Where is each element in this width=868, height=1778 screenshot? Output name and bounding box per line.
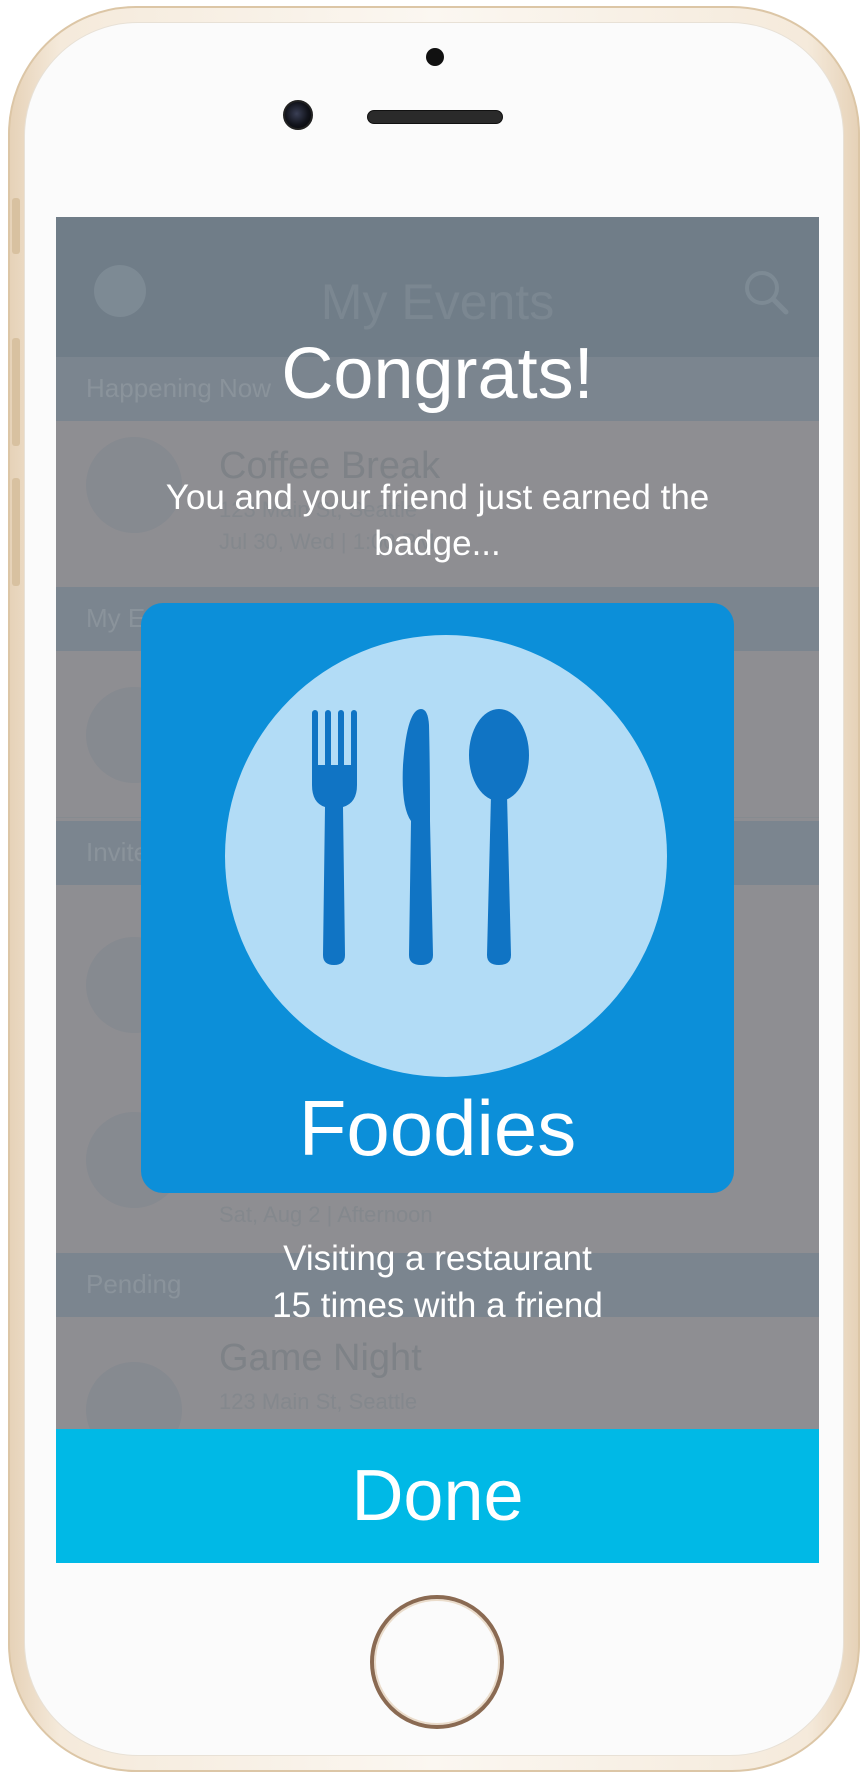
mute-switch	[12, 198, 20, 254]
badge-card: Foodies	[141, 603, 734, 1193]
modal-subtitle: You and your friend just earned the badg…	[165, 478, 710, 563]
modal-title: Congrats!	[281, 334, 594, 414]
badge-earned-modal: Congrats! You and your friend just earne…	[56, 217, 819, 1563]
front-camera	[283, 100, 313, 130]
fork-knife-spoon-icon	[312, 709, 529, 965]
badge-name: Foodies	[298, 1084, 577, 1172]
badge-description: Visiting a restaurant 15 times with a fr…	[146, 1235, 729, 1329]
done-button[interactable]: Done	[56, 1429, 819, 1563]
plate-icon	[225, 635, 667, 1077]
earpiece-speaker	[367, 110, 503, 124]
volume-down-button	[12, 478, 20, 586]
home-button[interactable]	[370, 1595, 504, 1729]
volume-up-button	[12, 338, 20, 446]
badge-description-line: 15 times with a friend	[272, 1286, 603, 1325]
badge-description-line: Visiting a restaurant	[283, 1239, 592, 1278]
proximity-sensor	[426, 48, 444, 66]
phone-screen: My Events Happening Now Coffee Break 123…	[56, 217, 819, 1563]
